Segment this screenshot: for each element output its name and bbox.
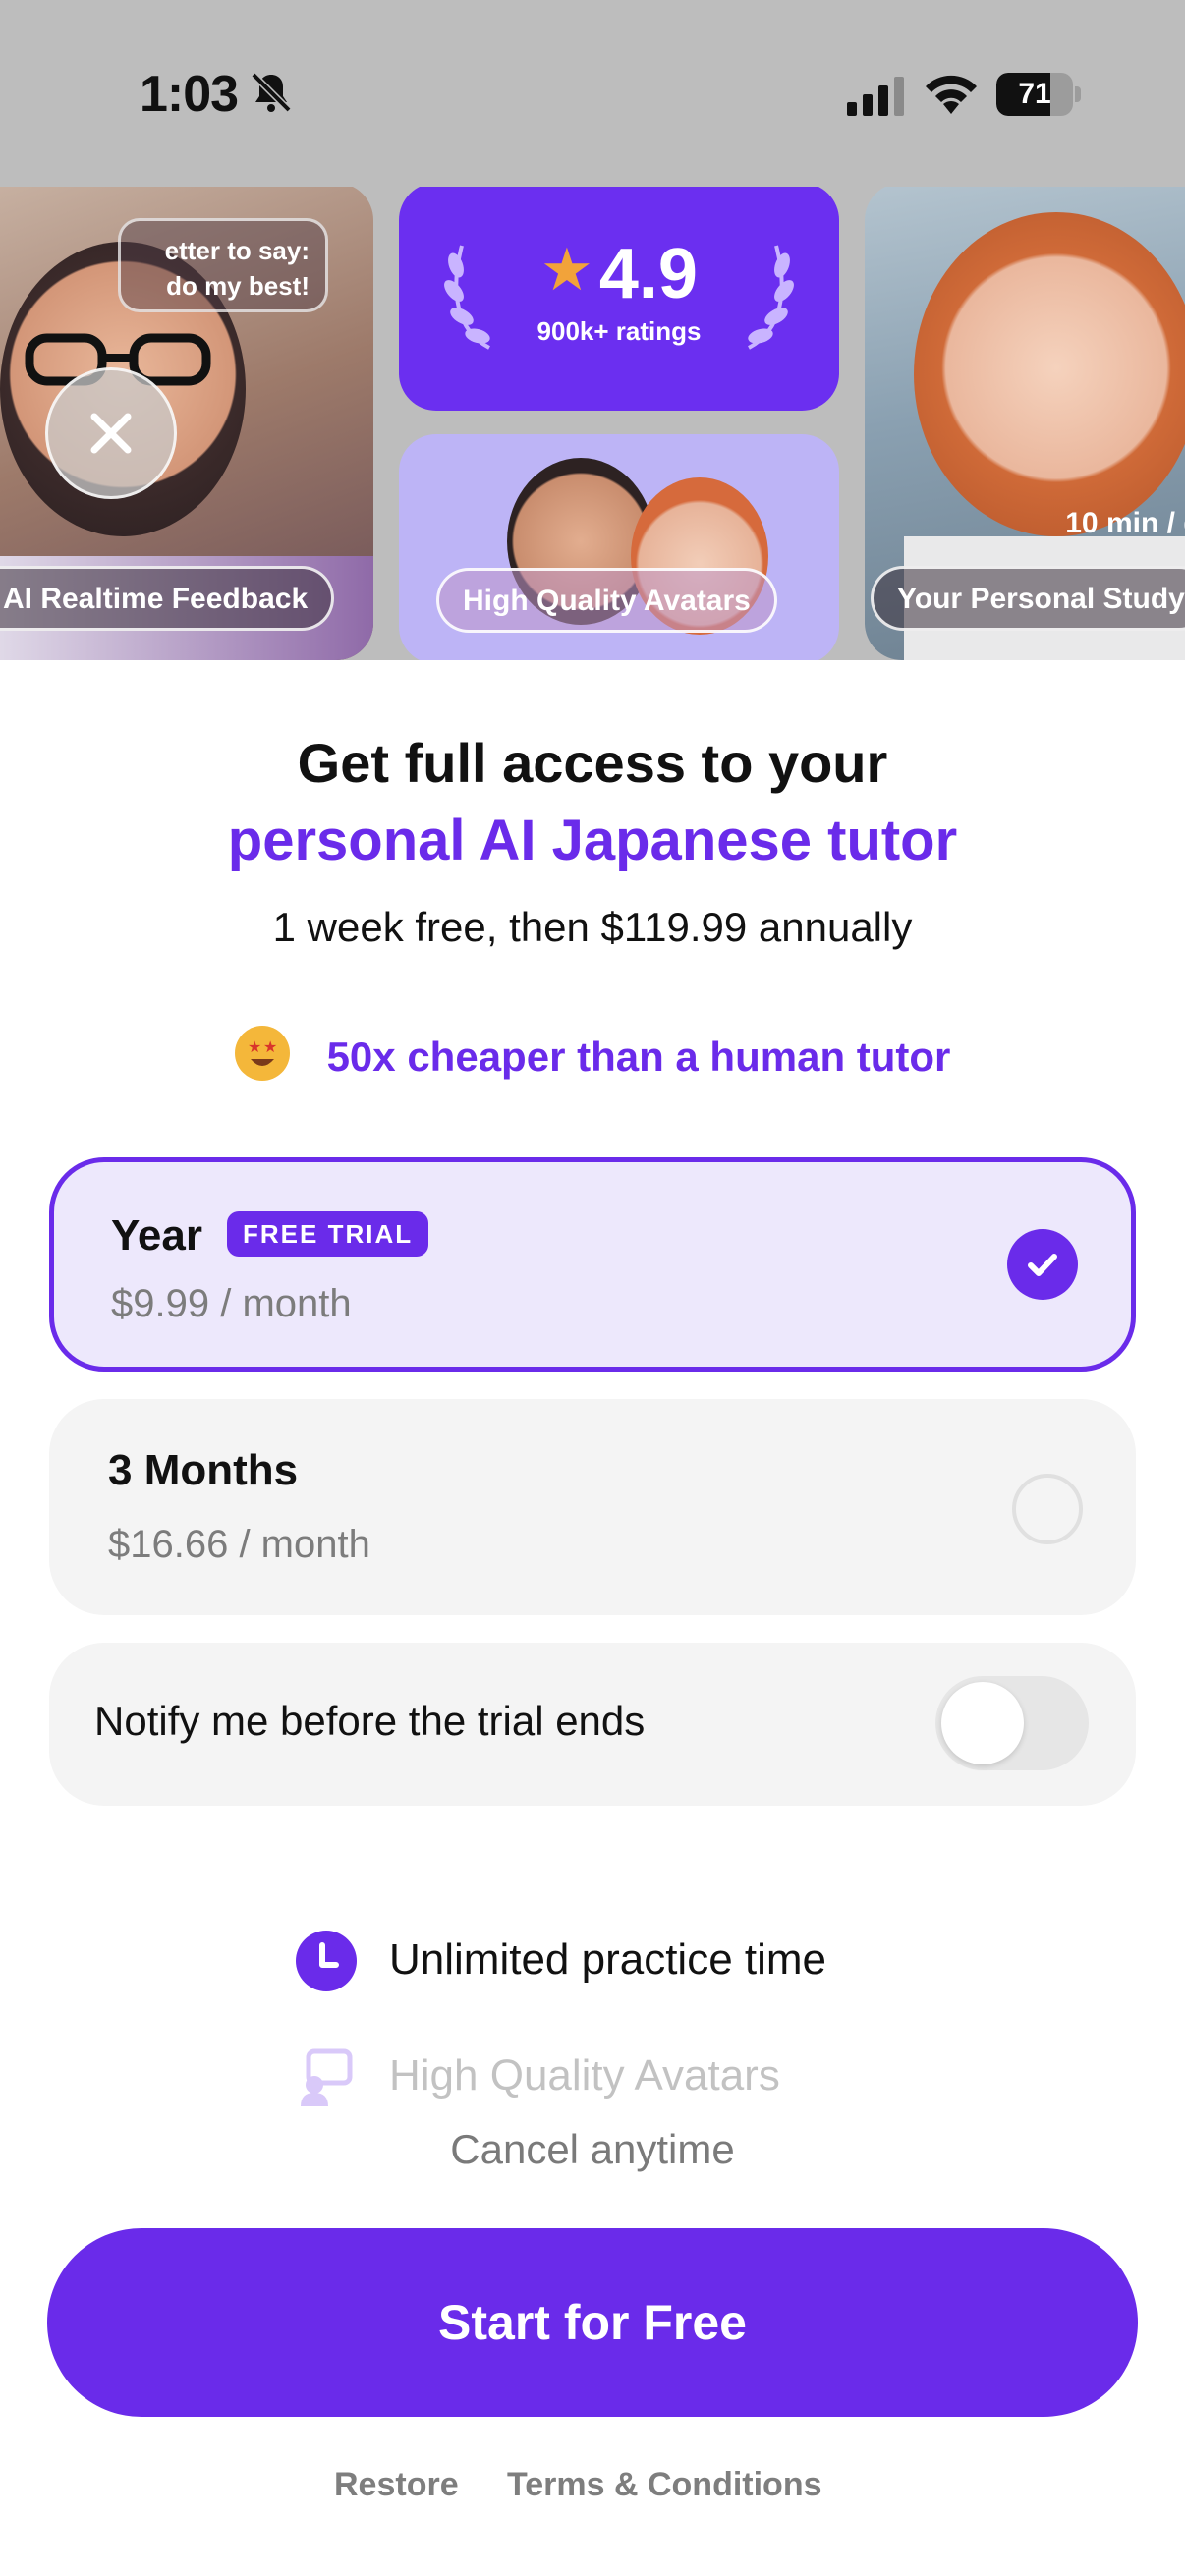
plan-3-months-option[interactable]: 3 Months $16.66 / month — [49, 1399, 1136, 1615]
status-bar: 1:03 71 — [0, 0, 1185, 187]
plan-price: $16.66 / month — [108, 1523, 370, 1566]
clock-icon — [296, 1931, 357, 1991]
plan-name: Year — [111, 1211, 202, 1260]
close-icon — [90, 413, 132, 454]
cheaper-callout: ★ ★ 50x cheaper than a human tutor — [0, 1026, 1185, 1081]
hero-tag-avatars: High Quality Avatars — [436, 568, 777, 633]
hero-carousel[interactable]: etter to say: do my best! AI Realtime Fe… — [0, 187, 1185, 660]
notify-row: Notify me before the trial ends — [49, 1643, 1136, 1806]
svg-text:★: ★ — [248, 1037, 261, 1056]
headline-line1: Get full access to your — [297, 732, 888, 794]
plan-price: $9.99 / month — [111, 1282, 352, 1325]
hero-tag-feedback: AI Realtime Feedback — [0, 566, 335, 631]
rating-count: 900k+ ratings — [536, 316, 702, 346]
cheaper-text: 50x cheaper than a human tutor — [326, 1034, 951, 1080]
notify-label: Notify me before the trial ends — [94, 1698, 646, 1744]
svg-text:★: ★ — [263, 1037, 277, 1056]
rating-value: 4.9 — [598, 235, 698, 313]
rating-card: ★4.9 900k+ ratings — [399, 187, 839, 411]
close-button[interactable] — [45, 367, 177, 499]
hero-tag-study: Your Personal Study — [871, 566, 1185, 631]
notify-toggle[interactable] — [935, 1676, 1089, 1770]
battery-icon: 71 — [996, 73, 1081, 116]
pricing-subline: 1 week free, then $119.99 annually — [272, 904, 913, 950]
star-struck-emoji-icon: ★ ★ — [234, 1026, 290, 1081]
feature-text: Unlimited practice time — [389, 1935, 827, 1984]
checkmark-icon — [1007, 1229, 1078, 1300]
plan-year-option[interactable]: Year FREE TRIAL $9.99 / month — [49, 1157, 1136, 1372]
status-time: 1:03 — [140, 66, 239, 123]
free-trial-badge: FREE TRIAL — [227, 1211, 429, 1257]
battery-level: 71 — [1018, 78, 1051, 110]
speech-text: etter to say: do my best! — [164, 236, 310, 301]
start-for-free-button[interactable]: Start for Free — [47, 2228, 1138, 2417]
restore-link[interactable]: Restore — [334, 2466, 459, 2504]
terms-link[interactable]: Terms & Conditions — [507, 2466, 822, 2504]
avatar-image-girl — [914, 212, 1185, 536]
radio-unselected-icon — [1012, 1474, 1083, 1544]
rating-value-row: ★4.9 — [399, 234, 839, 314]
hero-card-study[interactable]: 10 min / day Your Personal Study — [865, 187, 1185, 660]
feature-text: High Quality Avatars — [389, 2051, 780, 2100]
star-icon: ★ — [540, 237, 593, 303]
daily-time-caption: 10 min / day — [1065, 507, 1185, 539]
bell-off-icon — [251, 72, 292, 113]
wifi-icon — [926, 75, 977, 114]
headline-line2: personal AI Japanese tutor — [227, 809, 958, 872]
avatar-icon — [301, 2048, 353, 2106]
toggle-knob — [941, 1682, 1024, 1764]
hero-card-avatars[interactable]: High Quality Avatars — [399, 434, 839, 660]
cancel-anytime-text: Cancel anytime — [450, 2126, 735, 2172]
plan-name: 3 Months — [108, 1446, 299, 1494]
cellular-signal-icon — [847, 77, 904, 116]
speech-bubble: etter to say: do my best! — [118, 218, 328, 312]
